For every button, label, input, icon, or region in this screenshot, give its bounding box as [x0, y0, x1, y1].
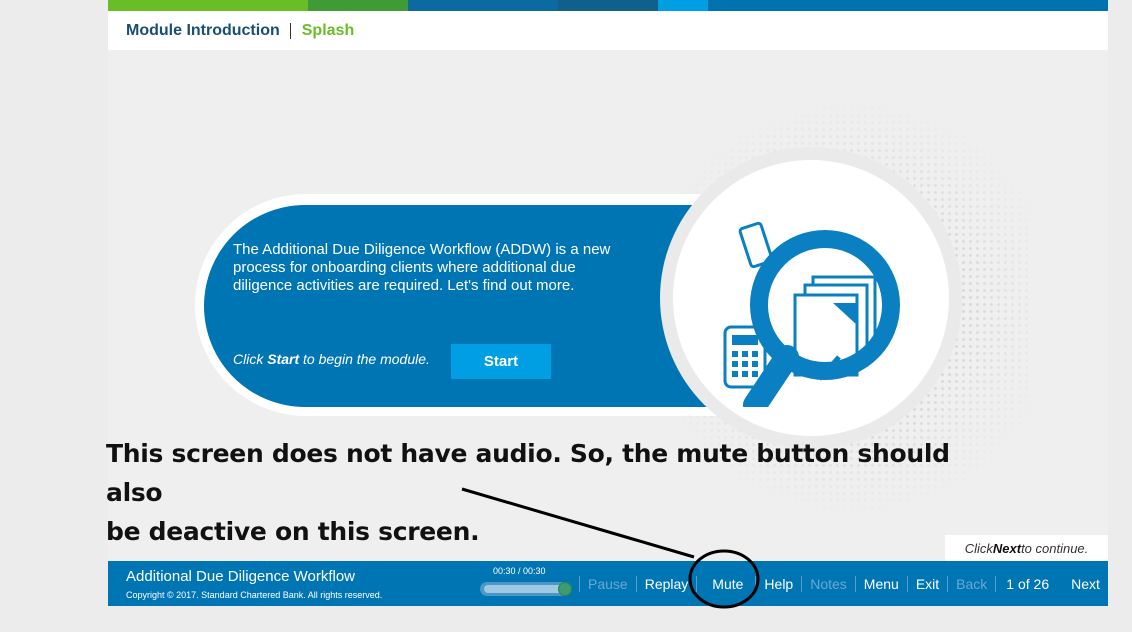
continue-suffix: to continue. — [1021, 540, 1089, 556]
breadcrumb-divider — [289, 22, 291, 39]
breadcrumb-screen: Splash — [301, 21, 355, 39]
instruction-prefix: Click — [233, 351, 268, 367]
annotation-line-2: be deactive on this screen. — [106, 517, 480, 546]
brand-strip-segment — [108, 0, 308, 11]
annotation-line-1: This screen does not have audio. So, the… — [106, 439, 950, 507]
continue-hint: Click Next to continue. — [945, 535, 1108, 561]
course-title: Additional Due Diligence Workflow — [126, 568, 355, 585]
back-button[interactable]: Back — [948, 576, 995, 592]
breadcrumb: Module Introduction Splash — [108, 11, 1108, 50]
progress-fill — [484, 585, 566, 593]
control-divider — [995, 575, 997, 592]
audio-progress-bar[interactable] — [480, 582, 572, 596]
intro-text: The Additional Due Diligence Workflow (A… — [233, 241, 611, 294]
player-footer: Additional Due Diligence Workflow Copyri… — [108, 561, 1108, 606]
progress-handle[interactable] — [558, 582, 572, 596]
copyright-text: Copyright © 2017. Standard Chartered Ban… — [126, 590, 383, 600]
continue-prefix: Click — [964, 540, 993, 556]
instruction-bold: Start — [267, 351, 300, 367]
review-annotation: This screen does not have audio. So, the… — [106, 434, 1006, 551]
brand-strip-segment — [708, 0, 1108, 11]
breadcrumb-module: Module Introduction — [126, 21, 280, 39]
continue-bold: Next — [992, 540, 1022, 556]
brand-strip-segment — [558, 0, 658, 11]
brand-strip-segment — [408, 0, 558, 11]
start-button[interactable]: Start — [451, 344, 551, 379]
exit-button[interactable]: Exit — [908, 576, 947, 592]
brand-strip-segment — [658, 0, 708, 11]
brand-color-strip — [108, 0, 1108, 11]
page-counter: 1 of 26 — [1006, 575, 1050, 592]
timecode: 00:30 / 00:30 — [493, 566, 546, 576]
replay-button[interactable]: Replay — [637, 576, 697, 592]
menu-button[interactable]: Menu — [856, 576, 907, 592]
instruction-suffix: to begin the module. — [299, 351, 430, 367]
next-button[interactable]: Next — [1063, 576, 1108, 592]
brand-strip-segment — [308, 0, 408, 11]
mute-button[interactable]: Mute — [697, 576, 755, 592]
magnifier-documents-icon — [723, 221, 900, 407]
pause-button[interactable]: Pause — [580, 576, 636, 592]
start-instruction: Click Start to begin the module. — [233, 351, 430, 367]
help-button[interactable]: Help — [756, 576, 801, 592]
player-controls: Pause Replay Mute Help Notes Menu Exit B… — [579, 561, 1108, 606]
notes-button[interactable]: Notes — [802, 576, 855, 592]
